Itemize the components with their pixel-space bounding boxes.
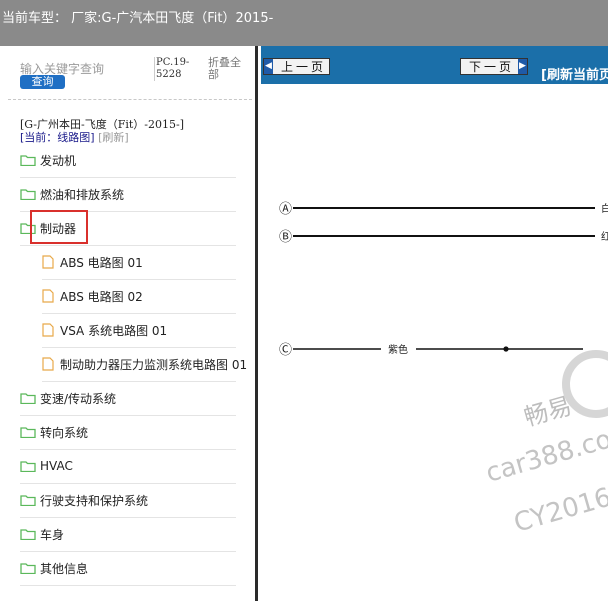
connector-b-label: Ⓑ xyxy=(279,230,292,245)
connector-c-label: Ⓒ xyxy=(279,343,292,358)
current-label: [当前：线路图] xyxy=(20,131,95,144)
wiring-diagram: Ⓐ 白 Ⓑ 红 Ⓒ 紫色 畅易 car388.com CY2016 xyxy=(279,202,608,539)
divider xyxy=(20,177,236,178)
wire-c-color: 紫色 xyxy=(388,343,408,356)
vehicle-title: 当前车型： 厂家:G-广汽本田飞度（Fit）2015- xyxy=(2,11,274,26)
tree-item-transmission[interactable]: 变速/传动系统 xyxy=(20,388,116,408)
refresh-page-link[interactable]: [刷新当前页] xyxy=(541,64,608,83)
highlight-box xyxy=(30,210,88,244)
tree-item-label: 其他信息 xyxy=(40,561,89,576)
divider xyxy=(42,313,236,314)
tree-item-label: HVAC xyxy=(40,459,73,473)
tree-item-label: 车身 xyxy=(40,527,65,542)
watermark-line-3: CY2016 xyxy=(511,482,608,538)
tree-item-label: 转向系统 xyxy=(40,425,89,440)
prev-page-button[interactable]: ◀ 上一页 xyxy=(263,58,330,75)
divider xyxy=(20,449,236,450)
arrow-left-icon: ◀ xyxy=(264,59,273,74)
tree-subitem-label: ABS 电路图 02 xyxy=(60,289,143,304)
tree-item-label: 变速/传动系统 xyxy=(40,391,117,406)
tree-item-fuel[interactable]: 燃油和排放系统 xyxy=(20,184,124,204)
watermark-line-1: 畅易 xyxy=(521,392,575,432)
folder-icon xyxy=(20,563,36,574)
tree-subitem-abs-02[interactable]: ABS 电路图 02 xyxy=(42,286,143,306)
folder-icon xyxy=(20,461,36,472)
folder-icon xyxy=(20,495,36,506)
wire-b-color: 红 xyxy=(601,230,608,243)
folder-icon xyxy=(20,427,36,438)
current-view: [当前：线路图] [刷新] xyxy=(20,131,129,144)
watermark-logo xyxy=(562,350,608,418)
folder-icon xyxy=(20,155,36,166)
folder-icon xyxy=(20,529,36,540)
divider xyxy=(20,517,236,518)
divider xyxy=(20,551,236,552)
tree-subitem-label: VSA 系统电路图 01 xyxy=(60,323,168,338)
tree-item-engine[interactable]: 发动机 xyxy=(20,150,76,170)
connector-a-label: Ⓐ xyxy=(279,202,292,217)
tree-item-other-info[interactable]: 其他信息 xyxy=(20,558,88,578)
divider xyxy=(42,347,236,348)
model-label: [G-广州本田-飞度（Fit）-2015-] xyxy=(20,118,185,131)
document-icon xyxy=(42,357,54,371)
search-button[interactable]: 查询 xyxy=(20,75,65,89)
tree-item-driving-support[interactable]: 行驶支持和保护系统 xyxy=(20,490,148,510)
collapse-all-link[interactable]: 折叠全部 xyxy=(208,57,248,81)
divider xyxy=(8,99,252,100)
viewer-toolbar: ◀ 上一页 下一页 ▶ [刷新当前页] xyxy=(261,46,608,84)
divider xyxy=(20,585,236,586)
divider xyxy=(20,483,236,484)
folder-icon xyxy=(20,393,36,404)
tree-subitem-label: 制动助力器压力监测系统电路图 01 xyxy=(60,357,248,372)
arrow-right-icon: ▶ xyxy=(518,59,527,74)
tree-item-label: 行驶支持和保护系统 xyxy=(40,493,149,508)
document-icon xyxy=(42,323,54,337)
tree-subitem-abs-01[interactable]: ABS 电路图 01 xyxy=(42,252,143,272)
tree-subitem-vsa-01[interactable]: VSA 系统电路图 01 xyxy=(42,320,167,340)
tree-item-label: 发动机 xyxy=(40,153,77,168)
tree-item-label: 燃油和排放系统 xyxy=(40,187,125,202)
junction-dot xyxy=(503,346,509,352)
divider xyxy=(42,279,236,280)
tree-item-body[interactable]: 车身 xyxy=(20,524,64,544)
watermark-line-2: car388.com xyxy=(483,417,608,488)
next-page-button[interactable]: 下一页 ▶ xyxy=(460,58,528,75)
sidebar: 输入关键字查询 查询 PC.19- 5228 折叠全部 [G-广州本田-飞度（Fi… xyxy=(0,46,258,601)
title-bar: 当前车型： 厂家:G-广汽本田飞度（Fit）2015- xyxy=(0,0,608,46)
tree-item-steering[interactable]: 转向系统 xyxy=(20,422,88,442)
document-icon xyxy=(42,255,54,269)
tree-subitem-booster[interactable]: 制动助力器压力监测系统电路图 01 xyxy=(42,354,247,374)
folder-icon xyxy=(20,189,36,200)
tree-item-hvac[interactable]: HVAC xyxy=(20,456,73,476)
wire-a-color: 白 xyxy=(601,202,608,215)
refresh-link[interactable]: [刷新] xyxy=(98,131,129,144)
divider xyxy=(20,415,236,416)
pc-code: PC.19- 5228 xyxy=(154,57,190,81)
diagram-viewer: ◀ 上一页 下一页 ▶ [刷新当前页] Ⓐ 白 Ⓑ 红 Ⓒ 紫色 畅易 car3… xyxy=(261,46,608,601)
tree-subitem-label: ABS 电路图 01 xyxy=(60,255,143,270)
divider xyxy=(42,381,236,382)
document-icon xyxy=(42,289,54,303)
divider xyxy=(20,245,236,246)
